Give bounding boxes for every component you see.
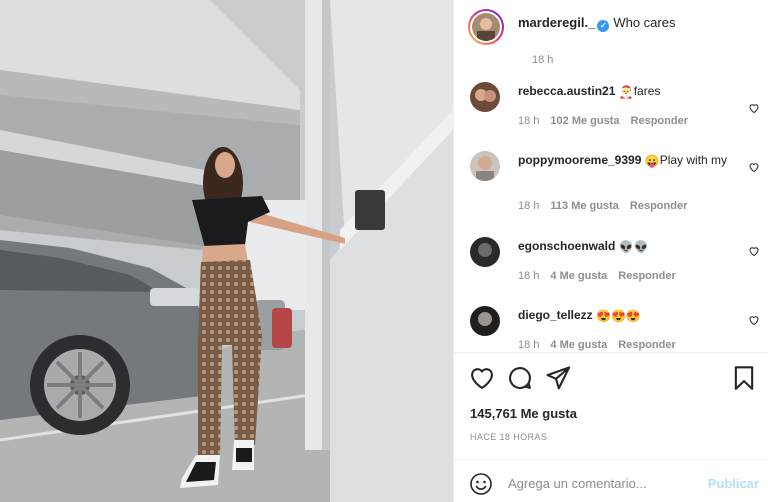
likes-count[interactable]: 145,761 Me gusta [470, 406, 577, 421]
comment-button[interactable] [506, 364, 534, 392]
comment-icon [509, 367, 531, 390]
comment-meta: 18 h 113 Me gusta Responder [518, 200, 698, 212]
author-avatar[interactable] [472, 13, 500, 41]
comment-meta: 18 h 4 Me gusta Responder [518, 270, 687, 282]
comment-likes[interactable]: 4 Me gusta [550, 270, 607, 282]
comment-meta: 18 h 102 Me gusta Responder [518, 115, 699, 127]
santa-emoji-icon: 🎅 [618, 85, 634, 99]
bookmark-icon [734, 366, 754, 390]
comment-likes[interactable]: 113 Me gusta [550, 200, 618, 212]
comment-time[interactable]: 18 h [518, 339, 539, 351]
post-timestamp[interactable]: HACE 18 HORAS [470, 432, 547, 442]
tongue-emoji-icon: 😛 [644, 154, 660, 168]
comment-time[interactable]: 18 h [518, 200, 539, 212]
comment-text: fares [633, 84, 661, 98]
comment-input[interactable]: Agrega un comentario... [508, 476, 698, 491]
heart-icon[interactable] [748, 314, 760, 326]
commenter-username[interactable]: poppymooreme_9399 [518, 153, 641, 167]
comment-time[interactable]: 18 h [518, 270, 539, 282]
save-button[interactable] [730, 364, 758, 392]
like-button[interactable] [468, 364, 496, 392]
comment-meta: 18 h 4 Me gusta Responder [518, 339, 687, 351]
publish-button[interactable]: Publicar [708, 476, 759, 491]
commenter-username[interactable]: diego_tellezz [518, 308, 593, 322]
caption-time[interactable]: 18 h [532, 54, 553, 66]
post-side-panel: marderegil._ ✓ Who cares 18 h rebecca.aust… [453, 0, 768, 502]
heart-eyes-emoji-icon: 😍😍😍 [596, 309, 641, 323]
divider [454, 459, 768, 460]
commenter-avatar[interactable] [470, 82, 500, 112]
share-button[interactable] [544, 364, 572, 392]
heart-icon[interactable] [748, 245, 760, 257]
post-photo[interactable] [0, 0, 453, 502]
reply-button[interactable]: Responder [618, 339, 675, 351]
post-caption: marderegil._ ✓ Who cares 18 h [468, 9, 758, 66]
comment-text: Play with my [659, 153, 728, 167]
emoji-icon[interactable] [469, 472, 493, 496]
author-avatar-ring[interactable] [468, 9, 504, 45]
comments-list[interactable]: rebecca.austin21 🎅fares 18 h 102 Me gusta… [454, 70, 768, 351]
comment-likes[interactable]: 4 Me gusta [550, 339, 607, 351]
heart-icon [471, 368, 493, 389]
caption-text: Who cares [613, 15, 676, 30]
share-icon [546, 366, 571, 390]
commenter-avatar[interactable] [470, 306, 500, 336]
commenter-avatar[interactable] [470, 151, 500, 181]
comment-likes[interactable]: 102 Me gusta [550, 115, 619, 127]
verified-badge-icon: ✓ [597, 20, 610, 32]
action-bar [468, 364, 758, 392]
commenter-username[interactable]: egonschoenwald [518, 239, 615, 253]
alien-emoji-icon: 👽👽 [618, 240, 649, 254]
heart-icon[interactable] [748, 102, 760, 114]
reply-button[interactable]: Responder [618, 270, 675, 282]
heart-icon[interactable] [748, 161, 760, 173]
author-username[interactable]: marderegil._ [518, 15, 595, 30]
reply-button[interactable]: Responder [630, 200, 687, 212]
commenter-avatar[interactable] [470, 237, 500, 267]
reply-button[interactable]: Responder [631, 115, 688, 127]
divider [454, 352, 768, 353]
commenter-username[interactable]: rebecca.austin21 [518, 84, 615, 98]
comment-composer: Agrega un comentario... Publicar [454, 466, 768, 502]
comment-time[interactable]: 18 h [518, 115, 539, 127]
